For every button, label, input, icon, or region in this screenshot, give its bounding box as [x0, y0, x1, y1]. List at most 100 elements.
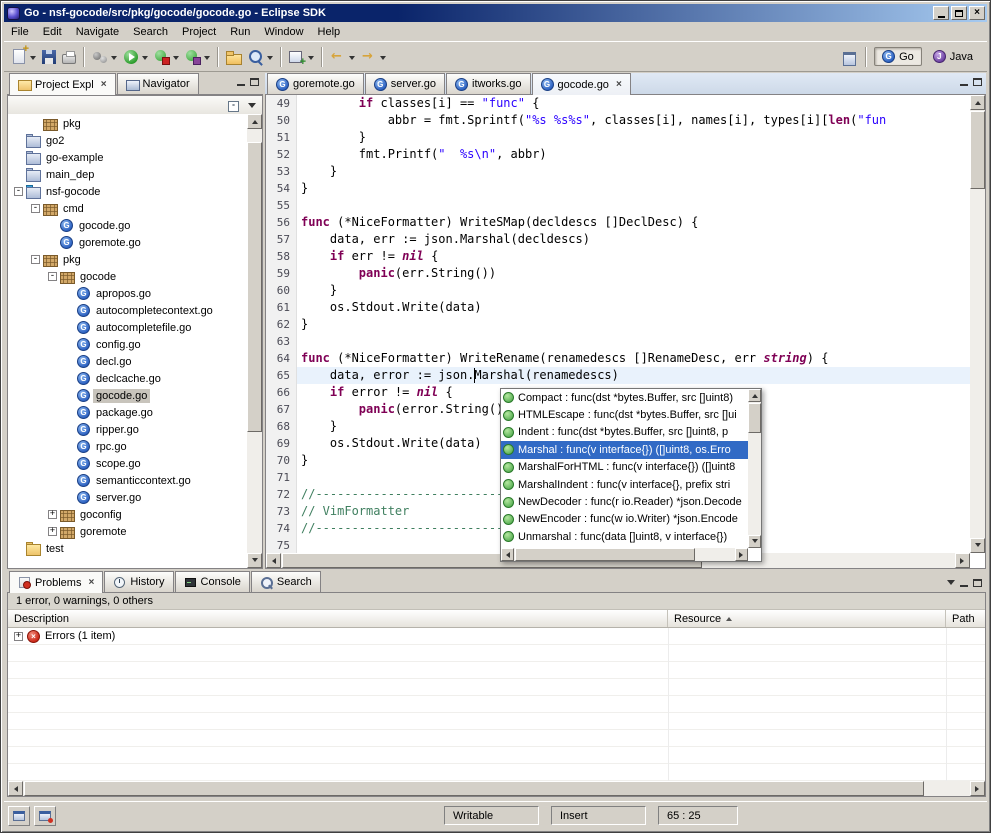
new-element-button[interactable]	[286, 45, 317, 69]
tree-item-autocompletecontext-go[interactable]: autocompletecontext.go	[8, 302, 247, 319]
view-tab-project-expl[interactable]: Project Expl×	[9, 73, 116, 95]
line-number[interactable]: 51	[266, 129, 297, 146]
completion-item[interactable]: Unmarshal : func(data []uint8, v interfa…	[501, 528, 748, 545]
scroll-left-button[interactable]	[266, 553, 281, 568]
maximize-view-icon[interactable]	[973, 78, 982, 86]
tree-item-semanticcontext-go[interactable]: semanticcontext.go	[8, 472, 247, 489]
tree-item-gocode-go[interactable]: gocode.go	[8, 387, 247, 404]
line-number[interactable]: 58	[266, 248, 297, 265]
run-external-button[interactable]	[151, 45, 182, 69]
tree-scrollbar[interactable]	[247, 114, 262, 568]
dropdown-arrow-icon[interactable]	[30, 56, 36, 63]
editor-tab-server-go[interactable]: server.go	[365, 73, 445, 94]
dropdown-arrow-icon[interactable]	[204, 56, 210, 63]
view-menu-icon[interactable]	[947, 580, 955, 589]
scroll-right-button[interactable]	[955, 553, 970, 568]
line-number[interactable]: 55	[266, 197, 297, 214]
scroll-right-button[interactable]	[970, 781, 985, 796]
line-number[interactable]: 64	[266, 350, 297, 367]
line-number[interactable]: 62	[266, 316, 297, 333]
line-number[interactable]: 59	[266, 265, 297, 282]
tree-item-cmd[interactable]: -cmd	[8, 200, 247, 217]
minimize-view-icon[interactable]	[237, 84, 245, 86]
line-number[interactable]: 73	[266, 503, 297, 520]
forward-button[interactable]	[358, 45, 389, 69]
print-button[interactable]	[59, 45, 79, 69]
tree-item-gocode-go[interactable]: gocode.go	[8, 217, 247, 234]
problems-shortcut-button[interactable]	[34, 806, 56, 826]
tree-item-rpc-go[interactable]: rpc.go	[8, 438, 247, 455]
tree-item-test[interactable]: test	[8, 540, 247, 557]
line-number[interactable]: 65	[266, 367, 297, 384]
view-tab-navigator[interactable]: Navigator	[117, 73, 199, 94]
dropdown-arrow-icon[interactable]	[142, 56, 148, 63]
line-number[interactable]: 66	[266, 384, 297, 401]
new-button[interactable]	[8, 45, 39, 69]
scroll-down-button[interactable]	[970, 538, 985, 553]
open-resource-button[interactable]	[223, 45, 245, 69]
menu-file[interactable]: File	[4, 24, 36, 40]
line-number[interactable]: 72	[266, 486, 297, 503]
scroll-up-button[interactable]	[247, 114, 262, 129]
problems-row-errors[interactable]: +×Errors (1 item)	[8, 628, 985, 645]
scroll-right-button[interactable]	[735, 548, 748, 561]
completion-item[interactable]: MarshalIndent : func(v interface{}, pref…	[501, 476, 748, 493]
profile-button[interactable]	[182, 45, 213, 69]
dropdown-arrow-icon[interactable]	[380, 56, 386, 63]
column-header-resource[interactable]: Resource	[668, 610, 946, 627]
tree-item-pkg[interactable]: -pkg	[8, 251, 247, 268]
run-button[interactable]	[120, 45, 151, 69]
scrollbar-thumb[interactable]	[247, 142, 262, 432]
tree-item-pkg[interactable]: pkg	[8, 115, 247, 132]
back-button[interactable]	[327, 45, 358, 69]
dropdown-arrow-icon[interactable]	[349, 56, 355, 63]
scrollbar-thumb[interactable]	[970, 111, 985, 189]
menu-edit[interactable]: Edit	[36, 24, 69, 40]
tree-item-nsf-gocode[interactable]: -nsf-gocode	[8, 183, 247, 200]
scroll-left-button[interactable]	[501, 548, 514, 561]
tree-item-package-go[interactable]: package.go	[8, 404, 247, 421]
tree-toggle-icon[interactable]: -	[48, 272, 57, 281]
tree-item-declcache-go[interactable]: declcache.go	[8, 370, 247, 387]
completion-item[interactable]: HTMLEscape : func(dst *bytes.Buffer, src…	[501, 406, 748, 423]
line-number[interactable]: 69	[266, 435, 297, 452]
line-number[interactable]: 49	[266, 95, 297, 112]
line-number[interactable]: 50	[266, 112, 297, 129]
menu-project[interactable]: Project	[175, 24, 223, 40]
completion-item[interactable]: Compact : func(dst *bytes.Buffer, src []…	[501, 389, 748, 406]
perspective-go[interactable]: Go	[874, 47, 922, 66]
editor-tab-gocode-go[interactable]: gocode.go×	[532, 73, 631, 95]
column-header-description[interactable]: Description	[8, 610, 668, 627]
editor-vertical-scrollbar[interactable]	[970, 95, 985, 553]
open-perspective-icon[interactable]	[842, 49, 858, 65]
completion-item[interactable]: Indent : func(dst *bytes.Buffer, src []u…	[501, 424, 748, 441]
scroll-up-button[interactable]	[748, 389, 761, 402]
line-number[interactable]: 52	[266, 146, 297, 163]
close-tab-icon[interactable]: ×	[616, 80, 622, 90]
scrollbar-thumb[interactable]	[515, 548, 695, 561]
column-header-path[interactable]: Path	[946, 610, 985, 627]
line-number[interactable]: 75	[266, 537, 297, 553]
tree-item-decl-go[interactable]: decl.go	[8, 353, 247, 370]
tree-toggle-icon[interactable]: +	[48, 527, 57, 536]
problems-horizontal-scrollbar[interactable]	[8, 781, 985, 796]
tree-toggle-icon[interactable]: -	[14, 187, 23, 196]
dropdown-arrow-icon[interactable]	[111, 56, 117, 63]
line-number[interactable]: 56	[266, 214, 297, 231]
tree-toggle-icon[interactable]: +	[48, 510, 57, 519]
minimize-view-icon[interactable]	[960, 585, 968, 587]
view-menu-icon[interactable]	[248, 103, 256, 112]
tree-item-config-go[interactable]: config.go	[8, 336, 247, 353]
tree-item-go2[interactable]: go2	[8, 132, 247, 149]
view-tab-history[interactable]: History	[104, 571, 173, 592]
popup-vertical-scrollbar[interactable]	[748, 389, 761, 548]
tree-item-autocompletefile-go[interactable]: autocompletefile.go	[8, 319, 247, 336]
menu-search[interactable]: Search	[126, 24, 175, 40]
dropdown-arrow-icon[interactable]	[267, 56, 273, 63]
line-number[interactable]: 57	[266, 231, 297, 248]
completion-item[interactable]: NewDecoder : func(r io.Reader) *json.Dec…	[501, 493, 748, 510]
tree-item-goremote-go[interactable]: goremote.go	[8, 234, 247, 251]
line-number[interactable]: 70	[266, 452, 297, 469]
tree-item-goremote[interactable]: +goremote	[8, 523, 247, 540]
close-tab-icon[interactable]: ×	[88, 578, 94, 588]
